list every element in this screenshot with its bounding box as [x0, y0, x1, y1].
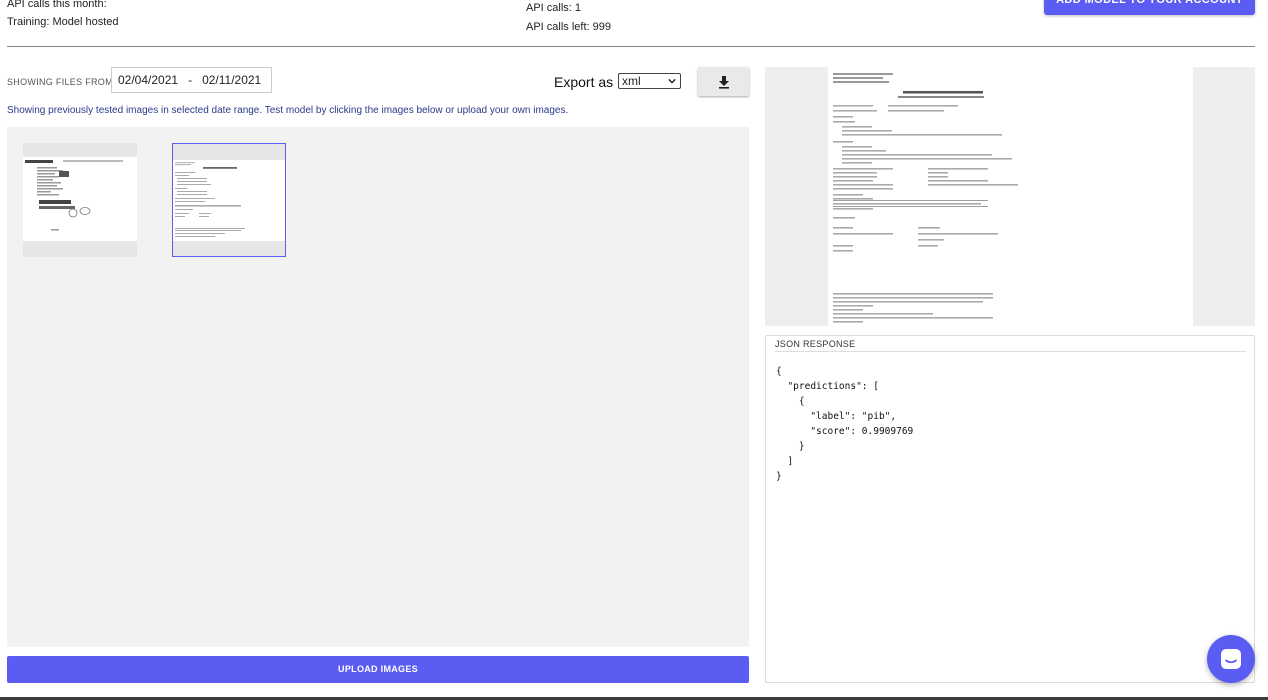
api-calls-count: API calls: 1: [526, 2, 582, 14]
json-response-content: { "predictions": [ { "label": "pib", "sc…: [776, 366, 914, 482]
chat-launcher-button[interactable]: [1207, 635, 1255, 683]
training-status: Training: Model hosted: [7, 16, 119, 28]
showing-files-label: SHOWING FILES FROM: [7, 77, 113, 87]
thumbnail-page: [173, 160, 285, 241]
document-preview-image: [833, 73, 1018, 323]
document-preview: [765, 67, 1255, 326]
json-title-divider: [775, 351, 1246, 352]
export-format-select[interactable]: xml: [618, 73, 681, 89]
api-calls-left: API calls left: 999: [526, 21, 611, 33]
download-button[interactable]: [698, 67, 749, 96]
chevron-down-icon: [668, 78, 676, 84]
header-divider: [7, 46, 1255, 47]
export-label: Export as: [554, 74, 614, 90]
date-from[interactable]: 02/04/2021: [118, 73, 178, 87]
date-separator: -: [188, 73, 193, 87]
json-response-panel: JSON RESPONSE { "predictions": [ { "labe…: [765, 335, 1255, 683]
info-text: Showing previously tested images in sele…: [7, 105, 569, 116]
json-response-title: JSON RESPONSE: [775, 339, 856, 349]
upload-images-button[interactable]: UPLOAD IMAGES: [7, 656, 749, 683]
thumbnail-page: [23, 157, 137, 241]
document-preview-image: [175, 162, 245, 237]
export-format-value: xml: [622, 74, 641, 88]
document-preview-page: [828, 67, 1193, 326]
document-thumbnail-2[interactable]: [172, 143, 286, 257]
date-range-picker[interactable]: 02/04/2021 - 02/11/2021: [111, 67, 272, 93]
download-icon: [718, 75, 729, 89]
image-gallery: [7, 127, 749, 647]
add-model-button[interactable]: ADD MODEL TO YOUR ACCOUNT: [1044, 0, 1255, 15]
api-calls-month-label: API calls this month:: [7, 0, 107, 10]
document-thumbnail-1[interactable]: [23, 143, 137, 257]
document-preview-image: [25, 160, 123, 231]
chat-icon: [1221, 649, 1241, 669]
date-to[interactable]: 02/11/2021: [202, 73, 261, 87]
